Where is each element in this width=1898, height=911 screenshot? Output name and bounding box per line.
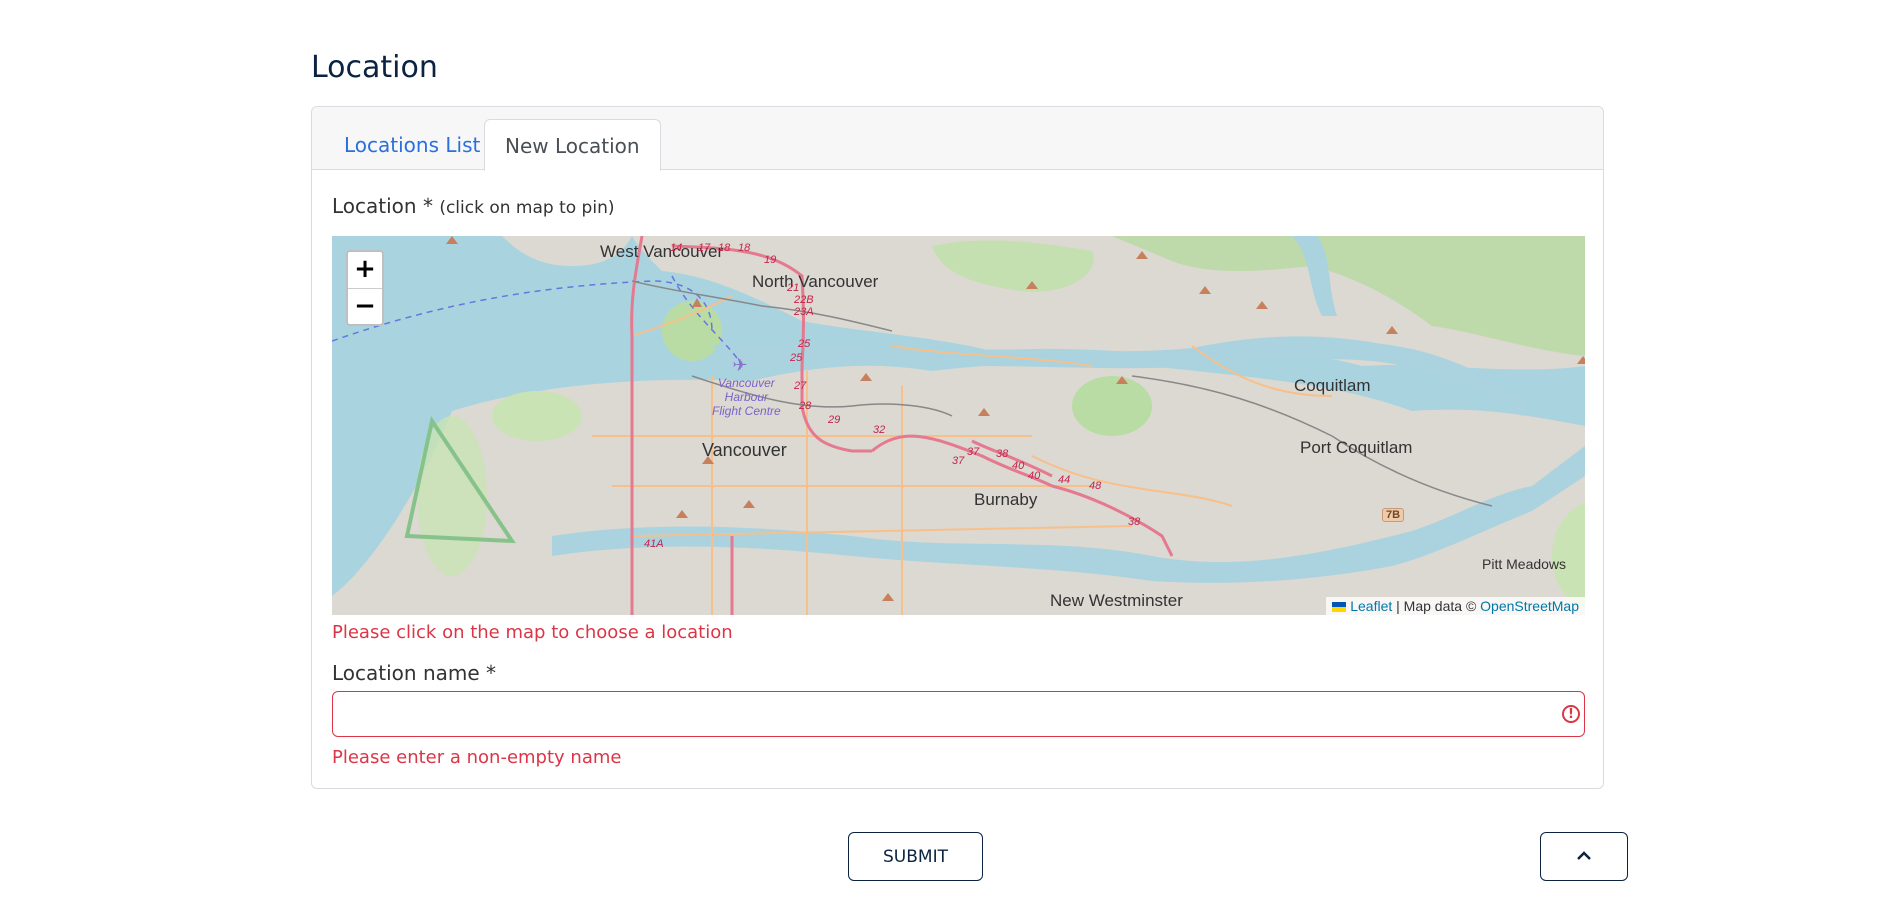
svg-text:✈: ✈ [732, 355, 747, 376]
route-number-label: 29 [828, 414, 841, 426]
route-number-label: 14 [670, 242, 683, 254]
zoom-in-button[interactable]: + [348, 252, 382, 289]
map-label-north-vancouver: North Vancouver [752, 272, 879, 291]
leaflet-link[interactable]: Leaflet [1350, 598, 1392, 614]
map-label-airport: Vancouver Harbour Flight Centre [712, 376, 781, 418]
route-number-label: 38 [996, 448, 1009, 460]
route-number-label: 17 [698, 242, 711, 254]
route-number-label: 22B [794, 294, 814, 306]
name-label: Location name * [332, 661, 497, 685]
map-label-coquitlam: Coquitlam [1294, 376, 1371, 395]
zoom-control: + − [346, 250, 384, 326]
map-label-pitt-meadows: Pitt Meadows [1482, 556, 1567, 572]
page-title: Location [311, 50, 438, 85]
route-number-label: 40 [1028, 470, 1041, 482]
route-number-label: 18 [718, 242, 731, 254]
route-number-label: 7B [1382, 508, 1405, 522]
airport-line-1: Vancouver [717, 376, 775, 390]
airport-line-3: Flight Centre [712, 404, 781, 418]
tab-bar: Locations List New Location [312, 107, 1603, 171]
route-number-label: 37 [952, 455, 965, 467]
name-error: Please enter a non-empty name [332, 747, 622, 768]
route-number-label: 48 [1089, 480, 1102, 492]
chevron-up-icon [1577, 851, 1591, 860]
location-hint: (click on map to pin) [439, 198, 615, 218]
location-field-label: Location * (click on map to pin) [332, 194, 614, 218]
route-number-label: 37 [967, 446, 980, 458]
map-tiles[interactable]: ✈ [332, 236, 1585, 615]
location-card: Locations List New Location Location * (… [311, 106, 1604, 789]
map-label-port-coquitlam: Port Coquitlam [1300, 438, 1413, 457]
location-error: Please click on the map to choose a loca… [332, 622, 733, 643]
route-number-label: 25 [798, 338, 811, 350]
ukraine-flag-icon [1332, 602, 1347, 613]
route-number-label: 27 [794, 380, 807, 392]
submit-button[interactable]: SUBMIT [848, 832, 983, 881]
route-number-label: 19 [764, 254, 777, 266]
tab-new-location[interactable]: New Location [484, 119, 661, 171]
map-label-burnaby: Burnaby [974, 490, 1038, 509]
location-label: Location * [332, 194, 433, 218]
route-number-label: 25 [790, 352, 803, 364]
location-map[interactable]: ✈ West Vancouver North Vancouver Vancouv… [332, 236, 1585, 615]
attribution-text: | Map data © [1392, 598, 1481, 614]
route-number-label: 41A [644, 538, 664, 550]
map-label-vancouver: Vancouver [702, 440, 787, 460]
map-label-new-westminster: New Westminster [1050, 591, 1183, 610]
zoom-out-button[interactable]: − [348, 289, 382, 324]
openstreetmap-link[interactable]: OpenStreetMap [1480, 598, 1579, 614]
location-name-input[interactable] [332, 691, 1585, 737]
route-number-label: 44 [1058, 474, 1071, 486]
route-number-label: 40 [1012, 460, 1025, 472]
route-number-label: 28 [799, 400, 812, 412]
invalid-icon: ! [1562, 705, 1580, 723]
route-number-label: 21 [787, 282, 800, 294]
map-attribution: Leaflet | Map data © OpenStreetMap [1326, 597, 1585, 615]
route-number-label: 23A [794, 306, 814, 318]
route-number-label: 38 [1128, 516, 1141, 528]
airport-line-2: Harbour [724, 390, 769, 404]
route-number-label: 32 [873, 424, 886, 436]
scroll-top-button[interactable] [1540, 832, 1628, 881]
tab-locations-list[interactable]: Locations List [324, 119, 500, 171]
route-number-label: 18 [738, 242, 751, 254]
